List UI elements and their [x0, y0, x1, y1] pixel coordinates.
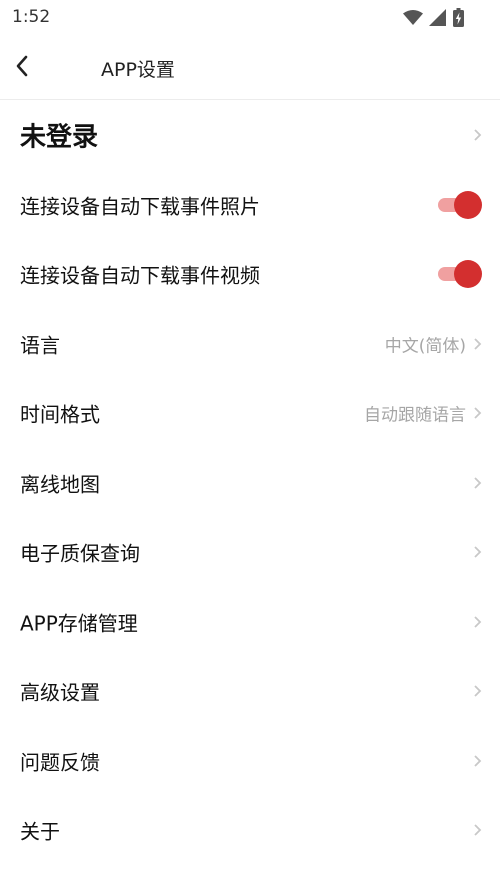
- feedback-row[interactable]: 问题反馈: [0, 726, 500, 796]
- battery-charging-icon: [453, 8, 464, 27]
- chevron-right-icon: [474, 129, 482, 141]
- offline-map-label: 离线地图: [20, 472, 100, 497]
- about-row[interactable]: 关于: [0, 796, 500, 866]
- auto-download-videos-row: 连接设备自动下载事件视频: [0, 240, 500, 310]
- time-format-label: 时间格式: [20, 402, 100, 427]
- feedback-label: 问题反馈: [20, 750, 100, 775]
- chevron-right-icon: [474, 755, 482, 767]
- auto-download-videos-toggle[interactable]: [436, 260, 482, 289]
- auto-download-photos-label: 连接设备自动下载事件照片: [20, 194, 260, 219]
- wifi-icon: [403, 9, 423, 25]
- warranty-query-label: 电子质保查询: [20, 541, 140, 566]
- auto-download-photos-row: 连接设备自动下载事件照片: [0, 170, 500, 240]
- language-value: 中文(简体): [384, 336, 466, 357]
- app-bar: APP设置: [0, 34, 500, 100]
- login-status-label: 未登录: [20, 122, 99, 153]
- page-title: APP设置: [101, 59, 175, 81]
- language-label: 语言: [20, 333, 60, 358]
- advanced-settings-label: 高级设置: [20, 680, 100, 705]
- about-label: 关于: [20, 819, 60, 844]
- chevron-right-icon: [474, 546, 482, 558]
- time-format-row[interactable]: 时间格式 自动跟随语言: [0, 379, 500, 449]
- auto-download-photos-toggle[interactable]: [436, 190, 482, 219]
- toggle-knob: [454, 190, 482, 219]
- warranty-query-row[interactable]: 电子质保查询: [0, 518, 500, 588]
- toggle-knob: [454, 260, 482, 289]
- status-bar: 1:52: [0, 0, 500, 34]
- chevron-right-icon: [474, 824, 482, 836]
- advanced-settings-row[interactable]: 高级设置: [0, 657, 500, 727]
- chevron-right-icon: [474, 477, 482, 489]
- settings-list: 未登录 连接设备自动下载事件照片 连接设备自动下载事件视频 语言 中文(简体) …: [0, 100, 500, 865]
- chevron-right-icon: [474, 338, 482, 350]
- chevron-left-icon: [16, 55, 28, 77]
- back-button[interactable]: [8, 52, 36, 80]
- chevron-right-icon: [474, 616, 482, 628]
- status-time: 1:52: [12, 7, 51, 27]
- status-icons: [403, 8, 464, 27]
- cellular-signal-icon: [429, 9, 446, 26]
- time-format-value: 自动跟随语言: [364, 405, 466, 426]
- chevron-right-icon: [474, 407, 482, 419]
- login-row[interactable]: 未登录: [0, 100, 500, 170]
- app-storage-row[interactable]: APP存储管理: [0, 587, 500, 657]
- chevron-right-icon: [474, 685, 482, 697]
- language-row[interactable]: 语言 中文(简体): [0, 309, 500, 379]
- offline-map-row[interactable]: 离线地图: [0, 448, 500, 518]
- app-storage-label: APP存储管理: [20, 611, 138, 636]
- auto-download-videos-label: 连接设备自动下载事件视频: [20, 263, 260, 288]
